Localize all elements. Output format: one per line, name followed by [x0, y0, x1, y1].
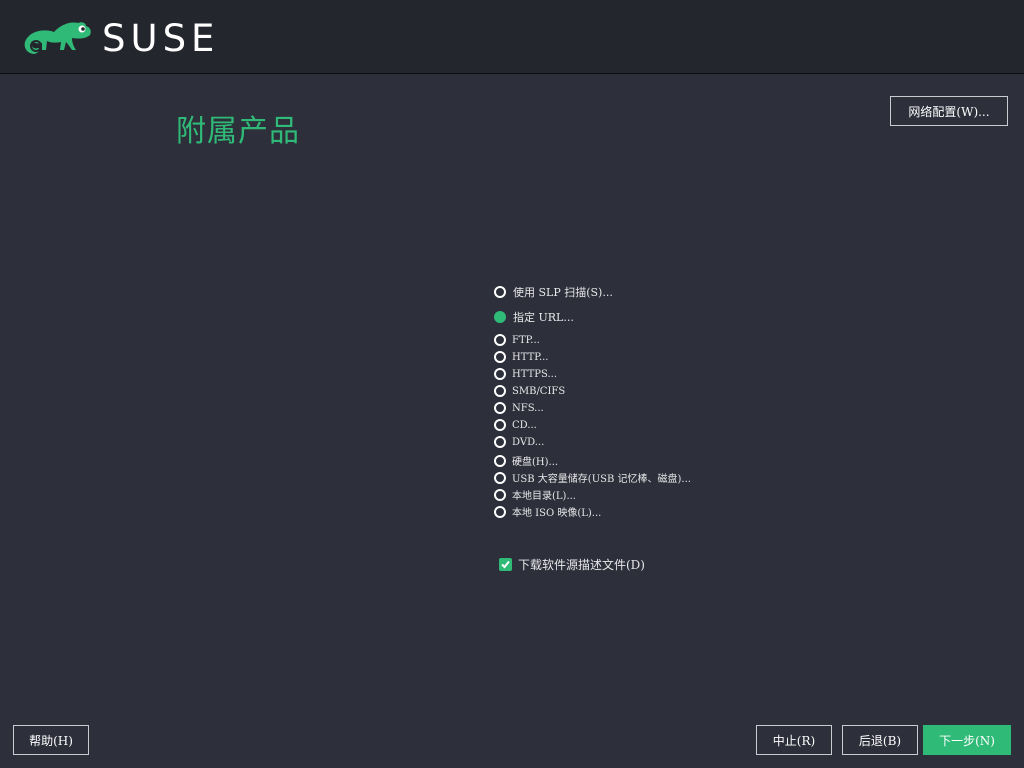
download-descriptions-checkbox[interactable]: 下载软件源描述文件(D)	[499, 556, 645, 573]
radio-dvd[interactable]: DVD...	[494, 436, 544, 448]
radio-circle-icon[interactable]	[494, 505, 506, 518]
checkbox-label: 下载软件源描述文件(D)	[518, 558, 645, 572]
next-button[interactable]: 下一步(N)	[923, 725, 1011, 755]
radio-circle-icon[interactable]	[494, 471, 506, 484]
radio-label: HTTPS...	[512, 368, 558, 380]
radio-usb[interactable]: USB 大容量储存(USB 记忆棒、磁盘)...	[494, 470, 691, 485]
radio-specify-url[interactable]: 指定 URL...	[494, 309, 574, 325]
chameleon-icon	[24, 22, 91, 54]
radio-slp-scan[interactable]: 使用 SLP 扫描(S)...	[494, 284, 613, 300]
radio-local-dir[interactable]: 本地目录(L)...	[494, 487, 576, 502]
top-bar: SUSE	[0, 0, 1024, 74]
radio-label: DVD...	[512, 436, 545, 448]
radio-label: 本地 ISO 映像(L)...	[512, 508, 602, 519]
radio-circle-checked-icon[interactable]	[494, 311, 506, 323]
radio-circle-icon[interactable]	[494, 436, 506, 448]
radio-nfs[interactable]: NFS...	[494, 402, 544, 414]
radio-ftp[interactable]: FTP...	[494, 334, 540, 346]
radio-circle-icon[interactable]	[494, 419, 506, 431]
radio-https[interactable]: HTTPS...	[494, 368, 557, 380]
radio-label: CD...	[512, 419, 537, 431]
radio-local-iso[interactable]: 本地 ISO 映像(L)...	[494, 504, 601, 519]
logo-text: SUSE	[102, 16, 220, 60]
page-title: 附属产品	[176, 114, 300, 149]
radio-circle-icon[interactable]	[494, 334, 506, 346]
radio-label: FTP...	[512, 334, 540, 346]
radio-label: SMB/CIFS	[512, 385, 566, 397]
radio-hard-disk[interactable]: 硬盘(H)...	[494, 453, 558, 468]
radio-label: NFS...	[512, 402, 544, 414]
radio-label: HTTP...	[512, 351, 549, 363]
radio-circle-icon[interactable]	[494, 488, 506, 501]
radio-circle-icon[interactable]	[494, 402, 506, 414]
radio-cd[interactable]: CD...	[494, 419, 537, 431]
checkbox-checked-icon[interactable]	[499, 558, 512, 571]
radio-circle-icon[interactable]	[494, 385, 506, 397]
radio-label: 硬盘(H)...	[512, 457, 559, 468]
radio-circle-icon[interactable]	[494, 368, 506, 380]
network-config-button[interactable]: 网络配置(W)...	[890, 96, 1008, 126]
radio-label: USB 大容量储存(USB 记忆棒、磁盘)...	[512, 474, 691, 485]
suse-logo: SUSE	[20, 17, 219, 59]
radio-label: 使用 SLP 扫描(S)...	[513, 286, 613, 299]
abort-button[interactable]: 中止(R)	[756, 725, 832, 755]
back-button[interactable]: 后退(B)	[842, 725, 918, 755]
radio-circle-icon[interactable]	[494, 454, 506, 467]
radio-label: 本地目录(L)...	[512, 491, 576, 502]
radio-label: 指定 URL...	[513, 311, 574, 324]
radio-smb[interactable]: SMB/CIFS	[494, 385, 565, 397]
radio-circle-icon[interactable]	[494, 286, 506, 298]
radio-http[interactable]: HTTP...	[494, 351, 548, 363]
radio-circle-icon[interactable]	[494, 351, 506, 363]
help-button[interactable]: 帮助(H)	[13, 725, 89, 755]
